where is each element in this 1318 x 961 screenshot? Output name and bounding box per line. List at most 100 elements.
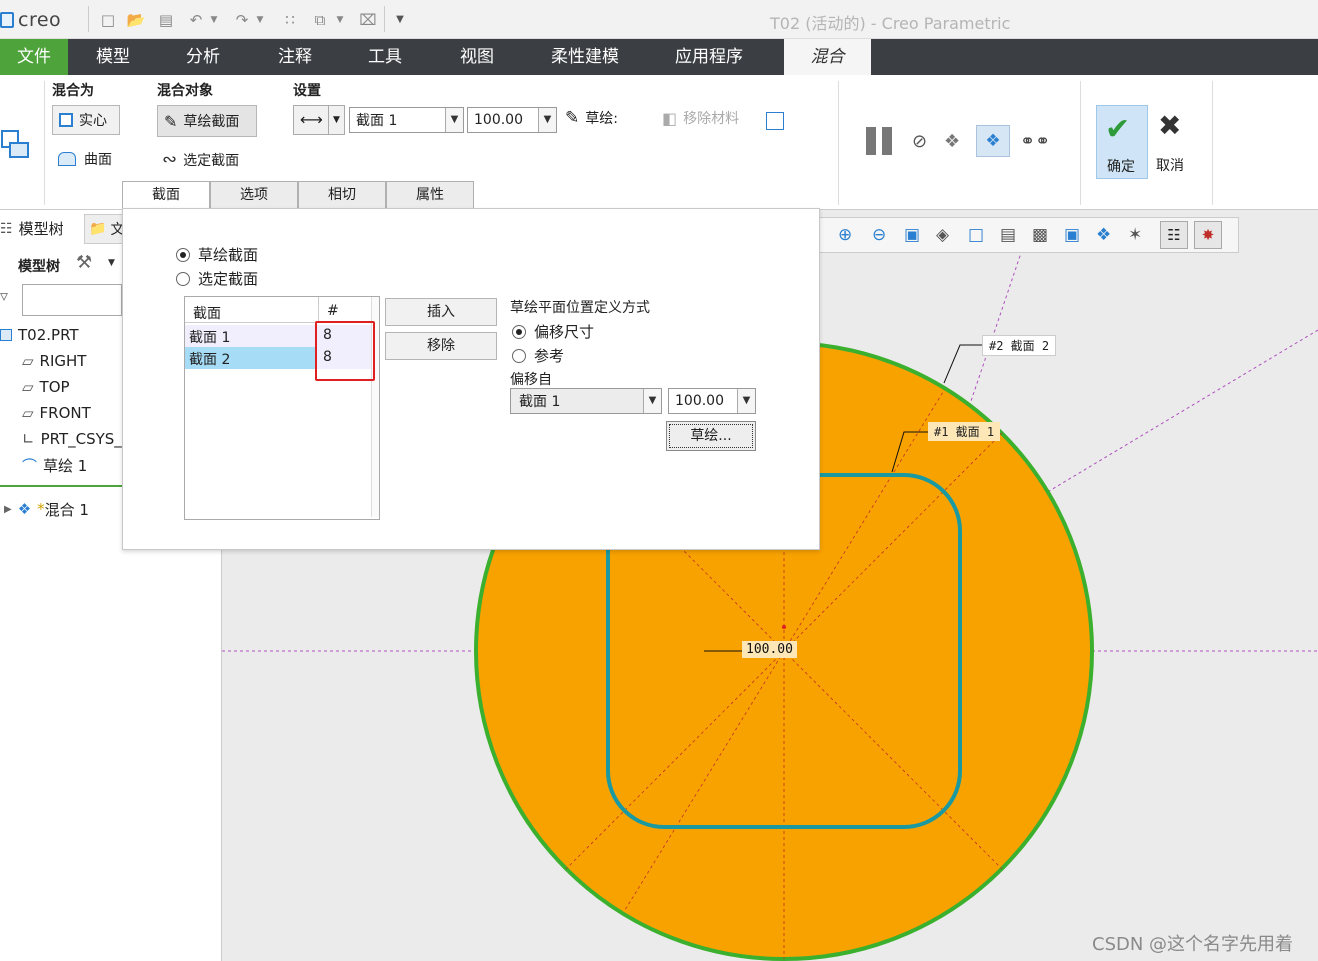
tab-view[interactable]: 视图 <box>442 39 512 75</box>
column-header-count[interactable]: # <box>319 297 377 323</box>
ribbon-tab-bar: 文件 模型 分析 注释 工具 视图 柔性建模 应用程序 混合 <box>0 39 1318 75</box>
tab-applications[interactable]: 应用程序 <box>664 39 754 75</box>
row-section-name: 截面 2 <box>189 352 231 368</box>
radio-reference-label: 参考 <box>534 347 565 365</box>
expand-arrow-icon[interactable]: ▶ <box>4 504 12 515</box>
tab-blend[interactable]: 混合 <box>784 39 871 75</box>
radio-offset-label: 偏移尺寸 <box>534 323 595 341</box>
tab-tools[interactable]: 工具 <box>350 39 420 75</box>
row-section-name: 截面 1 <box>189 330 231 346</box>
tab-flexible-modeling[interactable]: 柔性建模 <box>540 39 630 75</box>
sketcher-display-icon[interactable]: ✸ <box>1194 221 1222 249</box>
tree-item-csys[interactable]: ∟ PRT_CSYS_ <box>22 427 122 451</box>
blend-feature-icon: ❖ <box>17 500 32 518</box>
view-manager-icon[interactable]: ▤ <box>1000 225 1016 245</box>
windows-dropdown-icon[interactable]: ▼ <box>334 10 346 30</box>
section-select[interactable]: 截面 1 ▼ <box>349 107 464 133</box>
selected-sections-button[interactable]: ∾ 选定截面 <box>162 149 239 170</box>
sketch-button[interactable]: ✎ 草绘: <box>565 108 618 128</box>
chevron-down-icon: ▼ <box>737 389 755 413</box>
verify-glasses-icon[interactable]: ⚭⚭ <box>1020 131 1050 152</box>
subtab-sections[interactable]: 截面 <box>122 181 210 210</box>
spin-center-icon[interactable]: ❖ <box>1096 225 1111 245</box>
saved-views-icon[interactable]: □ <box>968 225 984 245</box>
chevron-down-icon[interactable]: ▼ <box>108 258 115 268</box>
thicken-icon[interactable] <box>766 112 784 130</box>
subtab-properties[interactable]: 属性 <box>386 181 474 210</box>
offset-from-select[interactable]: 截面 1 ▼ <box>510 388 662 414</box>
surface-button[interactable]: 曲面 <box>58 149 112 169</box>
annotation-display-icon[interactable]: ☷ <box>1160 221 1188 249</box>
chevron-down-icon: ▼ <box>328 106 344 134</box>
customize-icon[interactable]: ▼ <box>390 10 410 30</box>
tree-item-top[interactable]: ▱ TOP <box>22 375 70 399</box>
display-style-icon[interactable]: ▣ <box>1064 225 1080 245</box>
remove-material-toggle[interactable]: ◧ 移除材料 <box>662 108 739 128</box>
column-header-section[interactable]: 截面 <box>185 297 319 323</box>
undo-icon[interactable]: ↶ <box>186 10 206 30</box>
ok-button[interactable]: ✔ 确定 <box>1096 105 1148 179</box>
offset-dimension[interactable]: 100.00 <box>742 641 797 658</box>
undo-dropdown-icon[interactable]: ▼ <box>208 10 220 30</box>
subtab-tangency[interactable]: 相切 <box>298 181 386 210</box>
tab-model-tree[interactable]: ☷ 模型树 <box>0 218 64 239</box>
tree-item-front[interactable]: ▱ FRONT <box>22 401 91 425</box>
close-window-icon[interactable]: ⌧ <box>358 10 378 30</box>
dialog-offset-input[interactable]: 100.00 ▼ <box>668 388 756 414</box>
tab-folder-browser[interactable]: 📁 文 <box>84 214 124 244</box>
solid-button[interactable]: 实心 <box>52 105 120 135</box>
zoom-out-icon[interactable]: ⊖ <box>872 225 886 245</box>
regenerate-icon[interactable]: ∷ <box>280 10 300 30</box>
no-preview-icon[interactable]: ⊘ <box>912 131 927 152</box>
offset-value-input[interactable]: 100.00 ▼ <box>467 107 557 133</box>
sketch-sections-button[interactable]: ✎ 草绘截面 <box>157 105 257 137</box>
offset-from-value: 截面 1 <box>519 394 561 410</box>
radio-offset-dimension[interactable]: 偏移尺寸 <box>512 321 594 342</box>
tab-analysis[interactable]: 分析 <box>168 39 238 75</box>
sketch-dialog-button[interactable]: 草绘... <box>666 421 756 451</box>
tree-item-right[interactable]: ▱ RIGHT <box>22 349 86 373</box>
preview-solid-icon[interactable]: ❖ <box>976 125 1010 157</box>
radio-reference[interactable]: 参考 <box>512 345 564 366</box>
windows-icon[interactable]: ⧉ <box>310 10 330 30</box>
save-icon[interactable]: ▤ <box>156 10 176 30</box>
datum-plane-icon: ▱ <box>22 378 34 396</box>
redo-icon[interactable]: ↷ <box>232 10 252 30</box>
cancel-button[interactable]: ✖ 取消 <box>1154 105 1194 179</box>
radio-sketch-sections[interactable]: 草绘截面 <box>176 244 258 265</box>
preview-mesh-icon[interactable]: ❖ <box>944 131 960 152</box>
tab-annotate[interactable]: 注释 <box>260 39 330 75</box>
reorient-icon[interactable]: ◈ <box>936 225 949 245</box>
filter-icon[interactable]: ▿ <box>0 286 8 305</box>
section-2-label[interactable]: #2 截面 2 <box>982 335 1057 356</box>
surface-icon <box>58 152 76 166</box>
section-1-label[interactable]: #1 截面 1 <box>928 422 1001 441</box>
remove-button[interactable]: 移除 <box>385 332 497 360</box>
tab-file[interactable]: 文件 <box>0 39 68 75</box>
section-select-value: 截面 1 <box>356 113 398 129</box>
tree-item-part[interactable]: T02.PRT <box>0 323 79 347</box>
perspective-icon[interactable]: ▩ <box>1032 225 1048 245</box>
depth-type-dropdown[interactable]: ⟷ ▼ <box>293 105 345 135</box>
datum-display-icon[interactable]: ✶ <box>1128 225 1142 245</box>
divider <box>384 6 385 32</box>
tree-settings-icon[interactable]: ⚒ <box>76 252 92 273</box>
redo-dropdown-icon[interactable]: ▼ <box>254 10 266 30</box>
window-title: T02 (活动的) - Creo Parametric <box>770 14 1011 33</box>
datum-plane-icon: ▱ <box>22 352 34 370</box>
radio-selected-sections[interactable]: 选定截面 <box>176 268 258 289</box>
radio-selected-icon <box>176 247 190 262</box>
open-icon[interactable]: 📂 <box>126 10 146 30</box>
tree-item-blend[interactable]: ▶ ❖ * 混合 1 <box>4 497 89 521</box>
new-icon[interactable]: □ <box>98 10 118 30</box>
tab-model[interactable]: 模型 <box>78 39 148 75</box>
subtab-options[interactable]: 选项 <box>210 181 298 210</box>
refit-icon[interactable]: ▣ <box>904 225 920 245</box>
chevron-down-icon: ▼ <box>643 389 661 413</box>
insert-button[interactable]: 插入 <box>385 298 497 326</box>
pause-icon[interactable] <box>866 127 894 155</box>
tree-search-input[interactable] <box>22 284 122 316</box>
table-row-selected[interactable]: 截面 2 <box>185 347 315 369</box>
tree-item-sketch[interactable]: ⌒ 草绘 1 <box>22 453 87 477</box>
zoom-in-icon[interactable]: ⊕ <box>838 225 852 245</box>
